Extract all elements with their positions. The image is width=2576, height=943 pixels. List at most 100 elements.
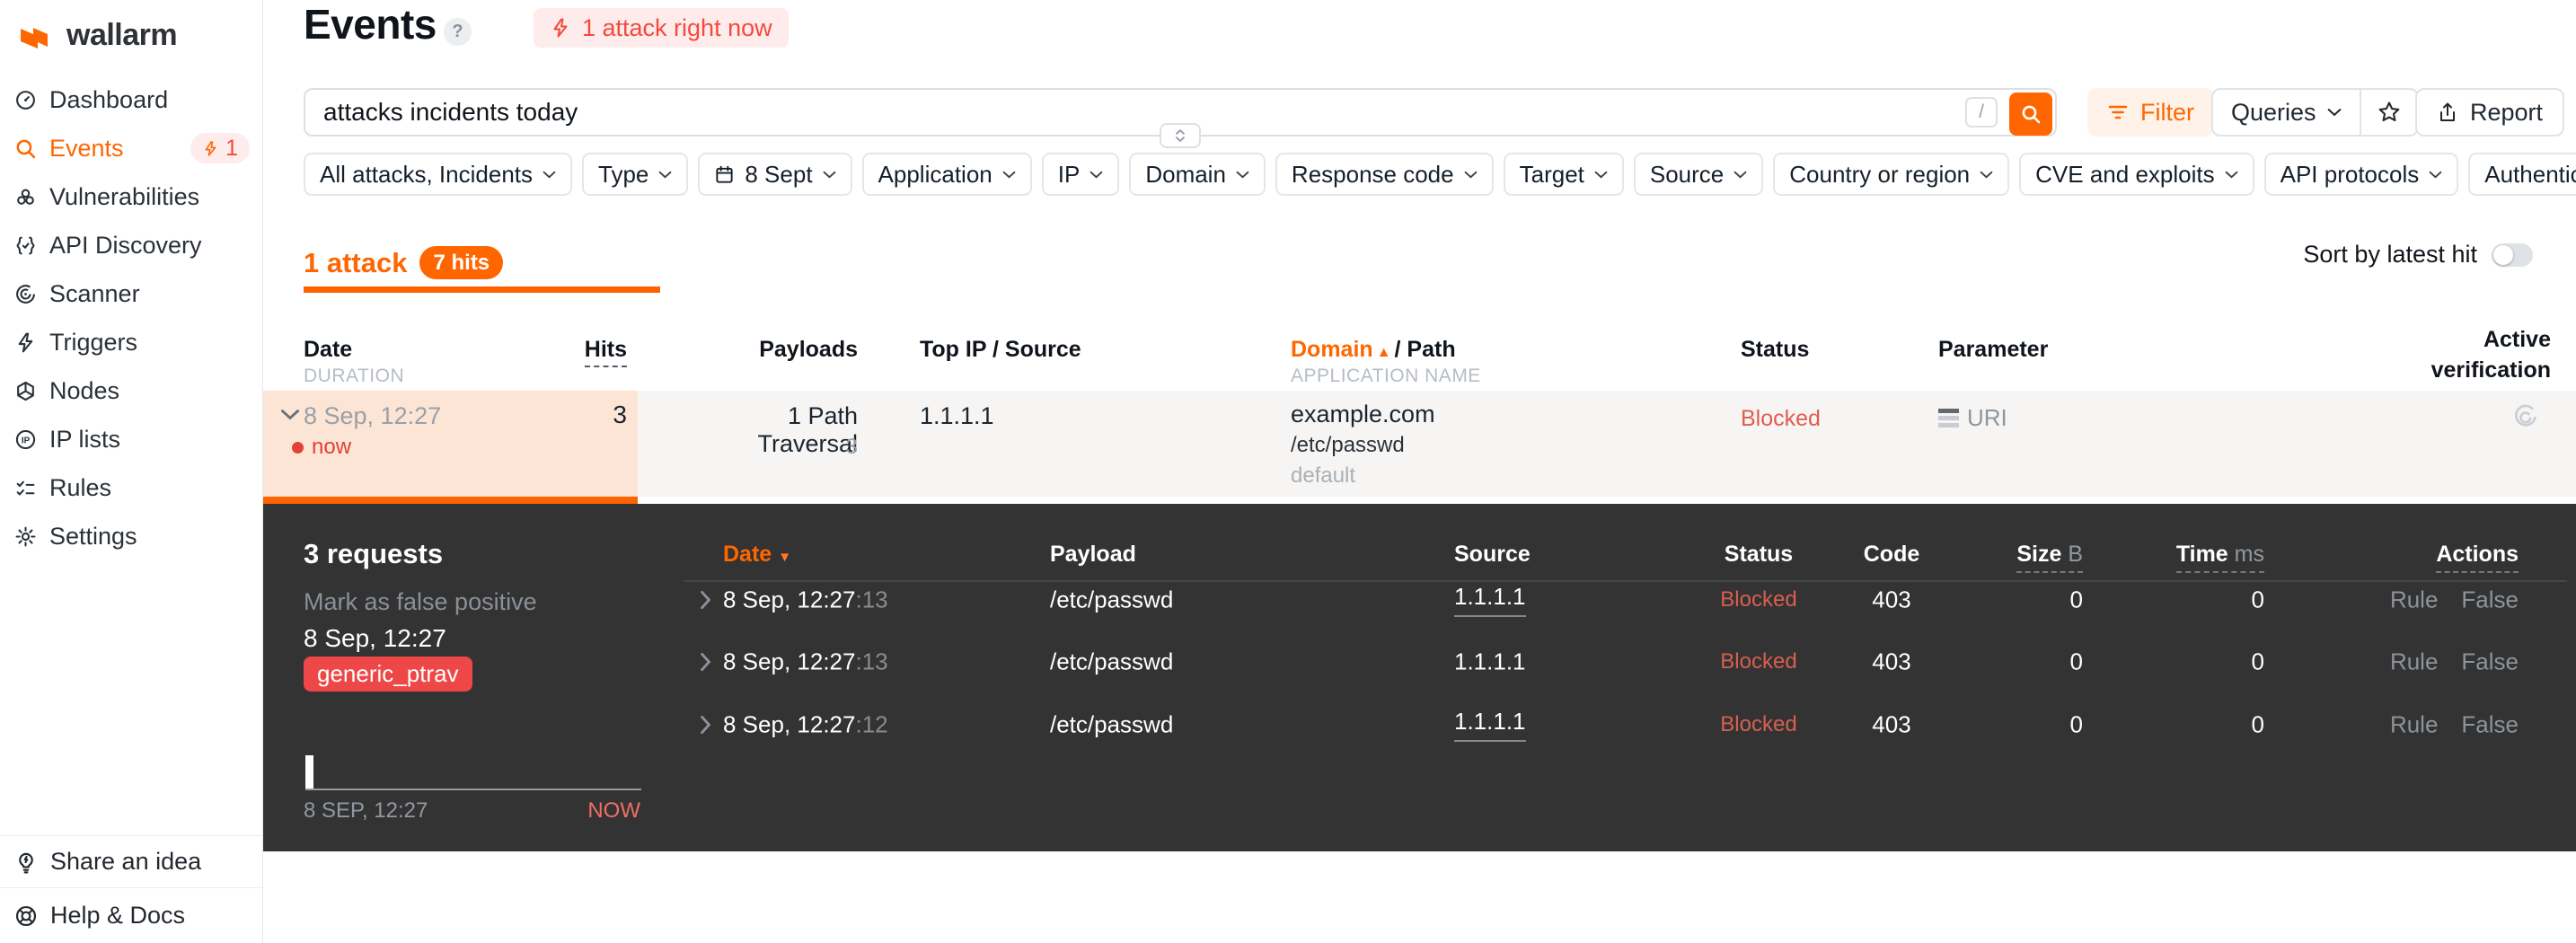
- filter-chip-api-protocols[interactable]: API protocols: [2263, 153, 2459, 196]
- queries-dropdown[interactable]: Queries: [2213, 90, 2360, 135]
- rule-action[interactable]: Rule: [2390, 586, 2438, 613]
- attack-top-ip[interactable]: 1.1.1.1: [920, 402, 994, 430]
- filter-chip-source[interactable]: Source: [1633, 153, 1764, 196]
- parameter-icon: [1938, 409, 1959, 427]
- biohazard-icon: [17, 189, 34, 205]
- chevron-down-icon: [1980, 171, 1993, 178]
- sidebar-item-rules[interactable]: Rules: [0, 463, 262, 512]
- chip-label: Application: [878, 160, 992, 188]
- request-source[interactable]: 1.1.1.1: [1454, 708, 1526, 742]
- request-source[interactable]: 1.1.1.1: [1454, 648, 1526, 675]
- rule-action[interactable]: Rule: [2390, 648, 2438, 675]
- request-date: 8 Sep, 12:27:12: [723, 710, 888, 737]
- request-time: 0: [2251, 648, 2264, 674]
- request-row[interactable]: 8 Sep, 12:27:13 /etc/passwd 1.1.1.1 Bloc…: [263, 630, 2576, 692]
- request-payload: /etc/passwd: [1050, 648, 1174, 674]
- gauge-icon: [16, 90, 35, 110]
- filter-chip-domain[interactable]: Domain: [1129, 153, 1266, 196]
- rule-action[interactable]: Rule: [2390, 710, 2438, 738]
- filter-chip-target[interactable]: Target: [1503, 153, 1624, 196]
- sidebar-item-scanner[interactable]: Scanner: [0, 269, 262, 318]
- false-action[interactable]: False: [2461, 648, 2519, 675]
- share-an-idea-button[interactable]: Share an idea: [0, 835, 262, 887]
- sidebar-item-vulnerabilities[interactable]: Vulnerabilities: [0, 172, 262, 221]
- sort-label: Sort by latest hit: [2303, 241, 2477, 268]
- request-details-panel: 3 requests Mark as false positive 8 Sep,…: [263, 504, 2576, 851]
- sort-toggle[interactable]: [2492, 242, 2533, 267]
- search-expand-handle[interactable]: [1160, 123, 1201, 148]
- filter-chip-response-code[interactable]: Response code: [1275, 153, 1494, 196]
- filter-chip-ip[interactable]: IP: [1041, 153, 1120, 196]
- sidebar-item-api-discovery[interactable]: API Discovery: [0, 221, 262, 269]
- live-dot-icon: [292, 441, 304, 454]
- col-header-hits[interactable]: Hits: [533, 337, 627, 367]
- col-header-active-verification: Active verification: [2430, 327, 2551, 383]
- req-col-header-size[interactable]: Size B: [1921, 542, 2083, 573]
- sidebar-item-settings[interactable]: Settings: [0, 512, 262, 560]
- request-row[interactable]: 8 Sep, 12:27:12 /etc/passwd 1.1.1.1 Bloc…: [263, 693, 2576, 755]
- sidebar-item-label: Rules: [49, 473, 112, 501]
- attack-row[interactable]: 8 Sep, 12:27 now 3 1 Path Traversal 3 1.…: [263, 391, 2576, 497]
- help-and-docs-button[interactable]: Help & Docs: [0, 887, 262, 943]
- chevron-down-icon: [1594, 171, 1608, 178]
- sidebar-item-label: Scanner: [49, 279, 140, 307]
- filter-button[interactable]: Filter: [2087, 88, 2214, 137]
- expand-chevron-icon[interactable]: [700, 590, 711, 610]
- sidebar-item-ip-lists[interactable]: IP IP lists: [0, 415, 262, 463]
- radar-icon: [16, 284, 35, 304]
- req-col-header-actions[interactable]: Actions: [2357, 542, 2519, 573]
- col-header-domain-path[interactable]: Domain ▲ / Path: [1291, 337, 1456, 363]
- ip-circle-icon: IP: [15, 429, 36, 449]
- request-payload: /etc/passwd: [1050, 586, 1174, 613]
- chip-label: CVE and exploits: [2035, 160, 2215, 188]
- req-col-header-time[interactable]: Time ms: [2103, 542, 2264, 573]
- req-col-header-date[interactable]: Date ▼: [723, 542, 791, 568]
- main-content: Events ? 1 attack right now / Filter Que…: [263, 0, 2576, 943]
- sidebar-item-triggers[interactable]: Triggers: [0, 318, 262, 366]
- export-icon: [2440, 102, 2455, 121]
- checklist-icon: [16, 480, 35, 496]
- collapse-chevron-icon[interactable]: [280, 409, 300, 420]
- request-date: 8 Sep, 12:27:13: [723, 586, 888, 613]
- attack-alert-badge[interactable]: 1 attack right now: [534, 8, 789, 48]
- col-header-date[interactable]: Date: [304, 337, 352, 363]
- help-icon[interactable]: ?: [444, 18, 472, 46]
- chevron-down-icon: [543, 171, 556, 178]
- sort-by-latest-hit: Sort by latest hit: [2303, 241, 2533, 269]
- expand-chevron-icon[interactable]: [700, 652, 711, 672]
- brand-name: wallarm: [66, 18, 178, 52]
- request-source[interactable]: 1.1.1.1: [1454, 583, 1526, 617]
- filter-chip-attacks-incidents[interactable]: All attacks, Incidents: [304, 153, 572, 196]
- col-header-top-ip-source: Top IP / Source: [920, 337, 1081, 362]
- search-button[interactable]: [2009, 93, 2052, 136]
- req-col-header-source: Source: [1454, 542, 1531, 567]
- filter-chip-type[interactable]: Type: [582, 153, 689, 196]
- report-button[interactable]: Report: [2415, 88, 2565, 137]
- sidebar-item-events[interactable]: Events 1: [0, 124, 262, 172]
- filter-chip-authentication[interactable]: Authentication: [2468, 153, 2576, 196]
- brand-logo[interactable]: wallarm: [16, 18, 178, 53]
- request-payload: /etc/passwd: [1050, 710, 1174, 737]
- filter-chip-date[interactable]: 8 Sept: [698, 153, 852, 196]
- chevron-down-icon: [1734, 171, 1747, 178]
- filter-chip-country[interactable]: Country or region: [1773, 153, 2010, 196]
- active-verification-icon[interactable]: [2511, 401, 2540, 430]
- filter-chip-cve[interactable]: CVE and exploits: [2019, 153, 2254, 196]
- false-action[interactable]: False: [2461, 710, 2519, 738]
- filter-chip-application[interactable]: Application: [861, 153, 1032, 196]
- events-count: 1: [225, 135, 238, 161]
- sidebar-item-dashboard[interactable]: Dashboard: [0, 75, 262, 124]
- false-action[interactable]: False: [2461, 586, 2519, 613]
- request-actions: Rule False: [2357, 710, 2519, 738]
- request-size: 0: [2069, 586, 2083, 613]
- report-button-label: Report: [2470, 98, 2544, 126]
- search-icon: [2022, 105, 2041, 124]
- vertical-expand-icon: [1176, 129, 1185, 142]
- favorite-query-button[interactable]: [2361, 90, 2417, 135]
- request-row[interactable]: 8 Sep, 12:27:13 /etc/passwd 1.1.1.1 Bloc…: [263, 568, 2576, 630]
- expand-chevron-icon[interactable]: [700, 715, 711, 735]
- sort-asc-icon: ▲: [1376, 345, 1391, 360]
- attack-domain: example.com: [1291, 401, 1435, 427]
- sidebar: wallarm Dashboard Events 1 Vulnerabiliti…: [0, 0, 263, 943]
- sidebar-item-nodes[interactable]: Nodes: [0, 366, 262, 415]
